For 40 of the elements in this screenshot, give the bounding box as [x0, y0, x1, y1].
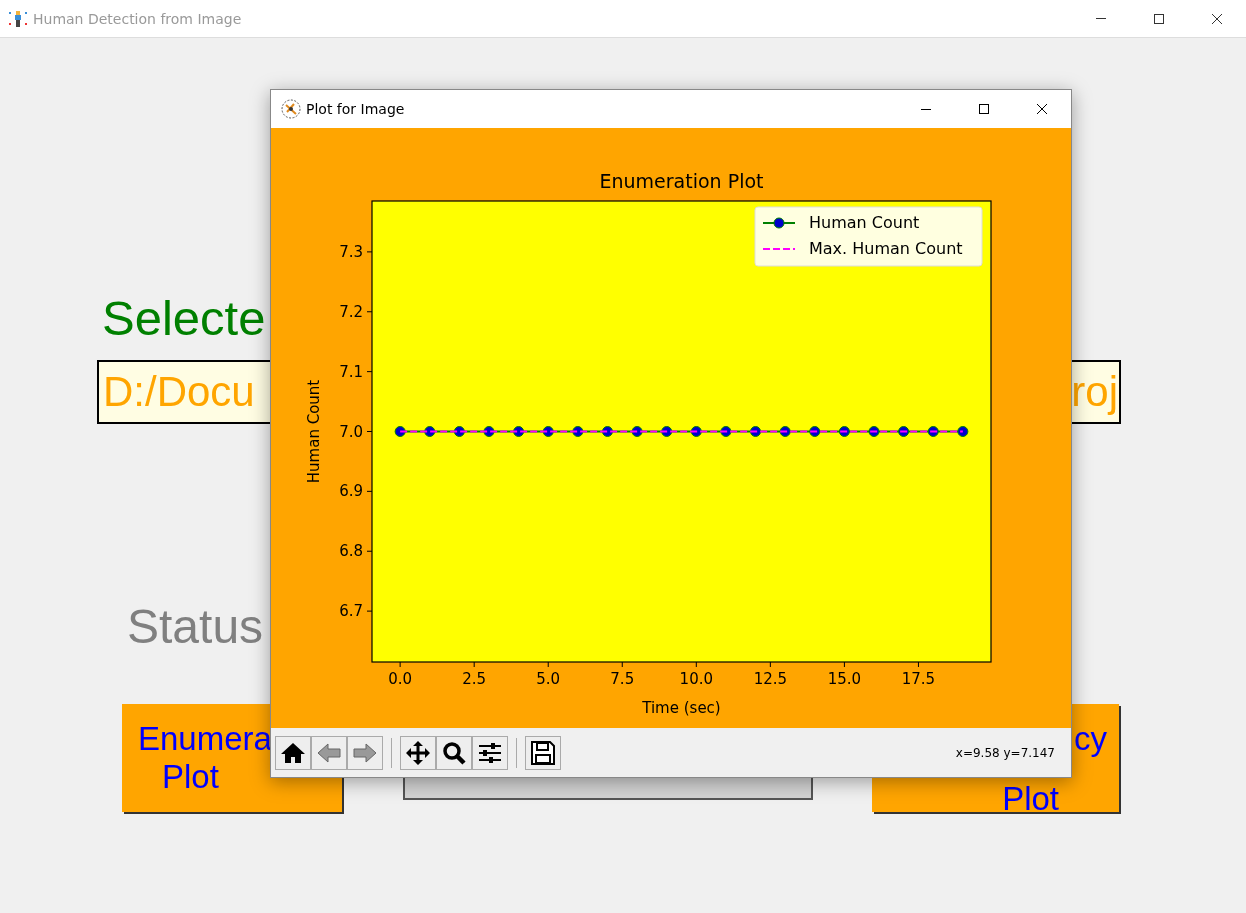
figure-icon: [281, 99, 301, 119]
status-label: Status: [127, 599, 264, 655]
minimize-icon: [1096, 18, 1106, 19]
x-tick-label: 0.0: [388, 670, 413, 688]
move-icon[interactable]: [400, 735, 436, 770]
y-tick-label: 7.0: [339, 422, 363, 441]
y-tick-label: 7.2: [339, 302, 363, 321]
x-axis-label: Time (sec): [642, 699, 721, 717]
y-tick-label: 7.1: [339, 362, 363, 381]
y-axis-label: Human Count: [305, 379, 323, 484]
cursor-coordinates: x=9.58 y=7.147: [955, 745, 1055, 760]
x-tick-label: 2.5: [462, 670, 487, 688]
x-tick-label: 15.0: [827, 670, 862, 688]
chart-title: Enumeration Plot: [599, 170, 764, 192]
y-tick-label: 6.9: [339, 482, 363, 501]
legend-marker-icon: [762, 217, 796, 229]
legend-label: Human Count: [809, 213, 920, 232]
x-tick-label: 12.5: [753, 670, 788, 688]
person-icon: [8, 8, 28, 29]
selected-label: Selecte: [102, 290, 266, 347]
y-tick-label: 6.8: [339, 542, 363, 561]
search-icon[interactable]: [436, 735, 472, 770]
x-tick-label: 5.0: [536, 670, 561, 688]
window-title: Human Detection from Image: [33, 10, 242, 27]
close-icon: [1211, 12, 1223, 25]
x-tick-label: 7.5: [610, 670, 635, 688]
maximize-icon: [978, 103, 990, 115]
home-icon[interactable]: [275, 735, 311, 770]
close-icon: [1036, 103, 1048, 115]
sliders-icon[interactable]: [472, 735, 508, 770]
x-tick-label: 10.0: [679, 670, 713, 688]
window-title: Plot for Image: [306, 101, 405, 117]
minimize-icon: [921, 108, 931, 110]
legend-label: Max. Human Count: [809, 239, 963, 258]
save-icon[interactable]: [525, 735, 561, 770]
legend-line-icon: [762, 248, 796, 250]
y-tick-label: 7.3: [339, 242, 363, 261]
x-tick-label: 17.5: [901, 670, 936, 688]
maximize-icon: [1153, 12, 1165, 25]
y-tick-label: 6.7: [339, 602, 363, 621]
